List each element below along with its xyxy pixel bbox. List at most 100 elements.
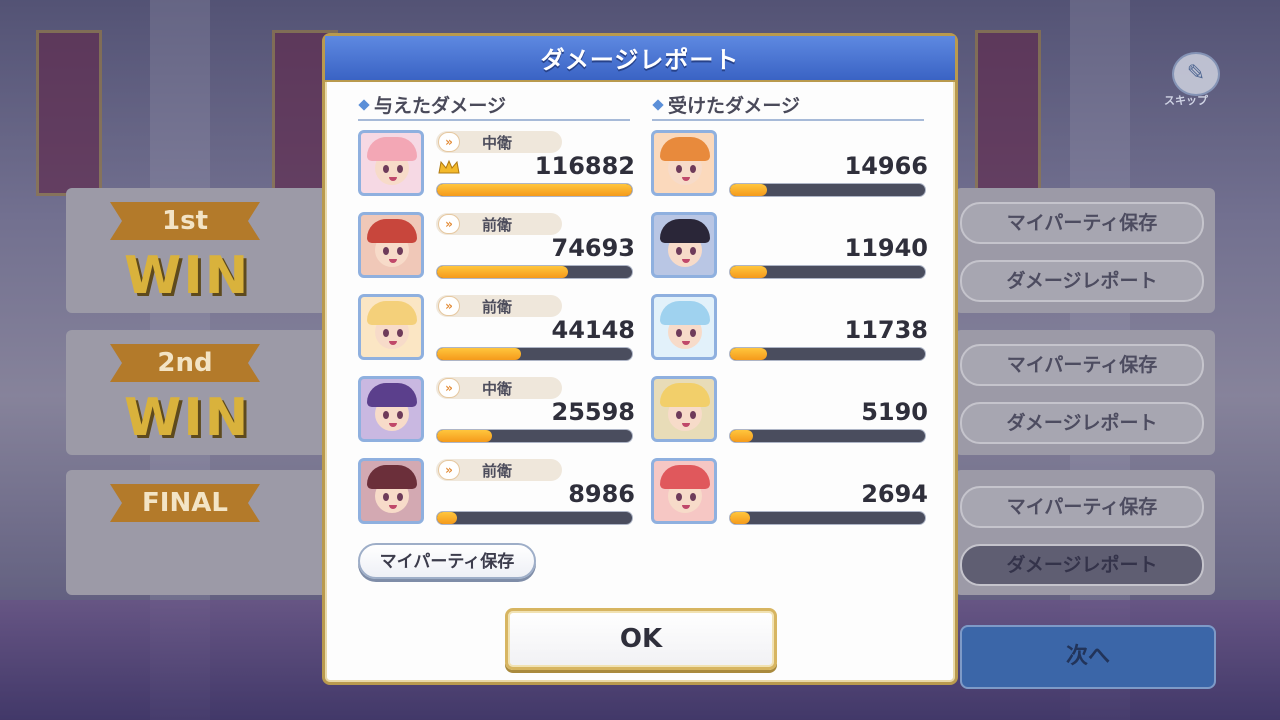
damage-bar-fill	[730, 512, 750, 524]
dealt-damage-bar	[436, 347, 633, 361]
role-badge: » 中衛	[436, 377, 562, 399]
taken-damage-bar	[729, 429, 926, 443]
portrait-eye	[690, 329, 696, 337]
chevron-right-icon: »	[438, 214, 460, 234]
portrait-eye	[676, 493, 682, 501]
skip-icon[interactable]: ✎	[1172, 52, 1220, 96]
dealt-damage-label: 与えたダメージ	[374, 95, 507, 117]
dealt-damage-value: 74693	[551, 234, 636, 262]
dealt-damage-bar	[436, 429, 633, 443]
taken-damage-value: 11738	[844, 316, 929, 344]
role-label: 前衛	[482, 216, 513, 234]
ok-button[interactable]: OK	[505, 608, 777, 670]
taken-damage-bar	[729, 183, 926, 197]
dealt-damage-value: 25598	[551, 398, 636, 426]
portrait-hair	[367, 301, 417, 325]
portrait-eye	[383, 329, 389, 337]
damage-bar-fill	[730, 348, 767, 360]
taken-damage-bar	[729, 347, 926, 361]
dealt-damage-bar	[436, 183, 633, 197]
taken-damage-value: 11940	[844, 234, 929, 262]
dealt-damage-value: 44148	[551, 316, 636, 344]
save-party-button[interactable]: マイパーティ保存	[358, 543, 536, 579]
taken-damage-value: 2694	[861, 480, 928, 508]
chevron-right-icon: »	[438, 460, 460, 480]
damage-bar-fill	[437, 430, 492, 442]
portrait-eye	[383, 493, 389, 501]
portrait-eye	[690, 247, 696, 255]
next-button[interactable]: 次へ	[960, 625, 1216, 689]
portrait-eye	[397, 493, 403, 501]
role-badge: » 前衛	[436, 459, 562, 481]
portrait-eye	[676, 165, 682, 173]
portrait-hair	[367, 465, 417, 489]
diamond-bullet-icon	[358, 99, 370, 111]
portrait-eye	[383, 411, 389, 419]
dealt-portrait-4	[358, 376, 424, 442]
round-1-save-party-button[interactable]: マイパーティ保存	[960, 202, 1204, 244]
portrait-eye	[690, 165, 696, 173]
round-final-damage-report-button[interactable]: ダメージレポート	[960, 544, 1204, 586]
round-2-tag: 2nd	[110, 344, 260, 382]
portrait-eye	[397, 247, 403, 255]
crown-icon	[438, 159, 460, 174]
dealt-damage-header: 与えたダメージ	[358, 91, 630, 121]
portrait-eye	[676, 329, 682, 337]
diamond-bullet-icon	[652, 99, 664, 111]
portrait-hair	[367, 219, 417, 243]
chevron-right-icon: »	[438, 132, 460, 152]
taken-portrait-3	[651, 294, 717, 360]
dealt-portrait-1	[358, 130, 424, 196]
round-2-save-party-button[interactable]: マイパーティ保存	[960, 344, 1204, 386]
round-final-save-party-button[interactable]: マイパーティ保存	[960, 486, 1204, 528]
portrait-hair	[660, 465, 710, 489]
taken-damage-value: 5190	[861, 398, 928, 426]
portrait-hair	[367, 137, 417, 161]
round-2-damage-report-button[interactable]: ダメージレポート	[960, 402, 1204, 444]
round-1-card: 1st WIN	[66, 188, 336, 313]
portrait-eye	[383, 165, 389, 173]
dealt-portrait-5	[358, 458, 424, 524]
portrait-hair	[367, 383, 417, 407]
taken-portrait-4	[651, 376, 717, 442]
damage-bar-fill	[730, 430, 753, 442]
damage-bar-fill	[730, 266, 767, 278]
taken-portrait-1	[651, 130, 717, 196]
taken-damage-header: 受けたダメージ	[652, 91, 924, 121]
round-final-card: FINAL	[66, 470, 336, 595]
round-2-card: 2nd WIN	[66, 330, 336, 455]
dealt-portrait-3	[358, 294, 424, 360]
round-1-tag: 1st	[110, 202, 260, 240]
damage-bar-fill	[437, 512, 457, 524]
portrait-eye	[397, 329, 403, 337]
portrait-eye	[690, 493, 696, 501]
dealt-damage-value: 8986	[568, 480, 635, 508]
round-2-win: WIN	[124, 388, 251, 448]
dealt-damage-bar	[436, 265, 633, 279]
role-badge: » 中衛	[436, 131, 562, 153]
portrait-eye	[676, 411, 682, 419]
role-badge: » 前衛	[436, 213, 562, 235]
dealt-portrait-2	[358, 212, 424, 278]
round-1-win: WIN	[124, 246, 251, 306]
taken-portrait-5	[651, 458, 717, 524]
dialog-title: ダメージレポート	[540, 46, 740, 74]
damage-bar-fill	[437, 184, 632, 196]
round-final-tag: FINAL	[110, 484, 260, 522]
portrait-eye	[690, 411, 696, 419]
round-1-damage-report-button[interactable]: ダメージレポート	[960, 260, 1204, 302]
taken-damage-bar	[729, 511, 926, 525]
role-label: 中衛	[482, 380, 513, 398]
damage-report-dialog: ダメージレポート 与えたダメージ 受けたダメージ » 中衛 116882 » 前衛 746…	[322, 33, 958, 685]
chevron-right-icon: »	[438, 296, 460, 316]
role-label: 前衛	[482, 298, 513, 316]
dealt-damage-bar	[436, 511, 633, 525]
damage-bar-fill	[730, 184, 767, 196]
chevron-right-icon: »	[438, 378, 460, 398]
taken-damage-value: 14966	[844, 152, 929, 180]
role-label: 前衛	[482, 462, 513, 480]
portrait-hair	[660, 137, 710, 161]
skip-label: スキップ	[1164, 94, 1208, 107]
portrait-hair	[660, 383, 710, 407]
taken-damage-bar	[729, 265, 926, 279]
